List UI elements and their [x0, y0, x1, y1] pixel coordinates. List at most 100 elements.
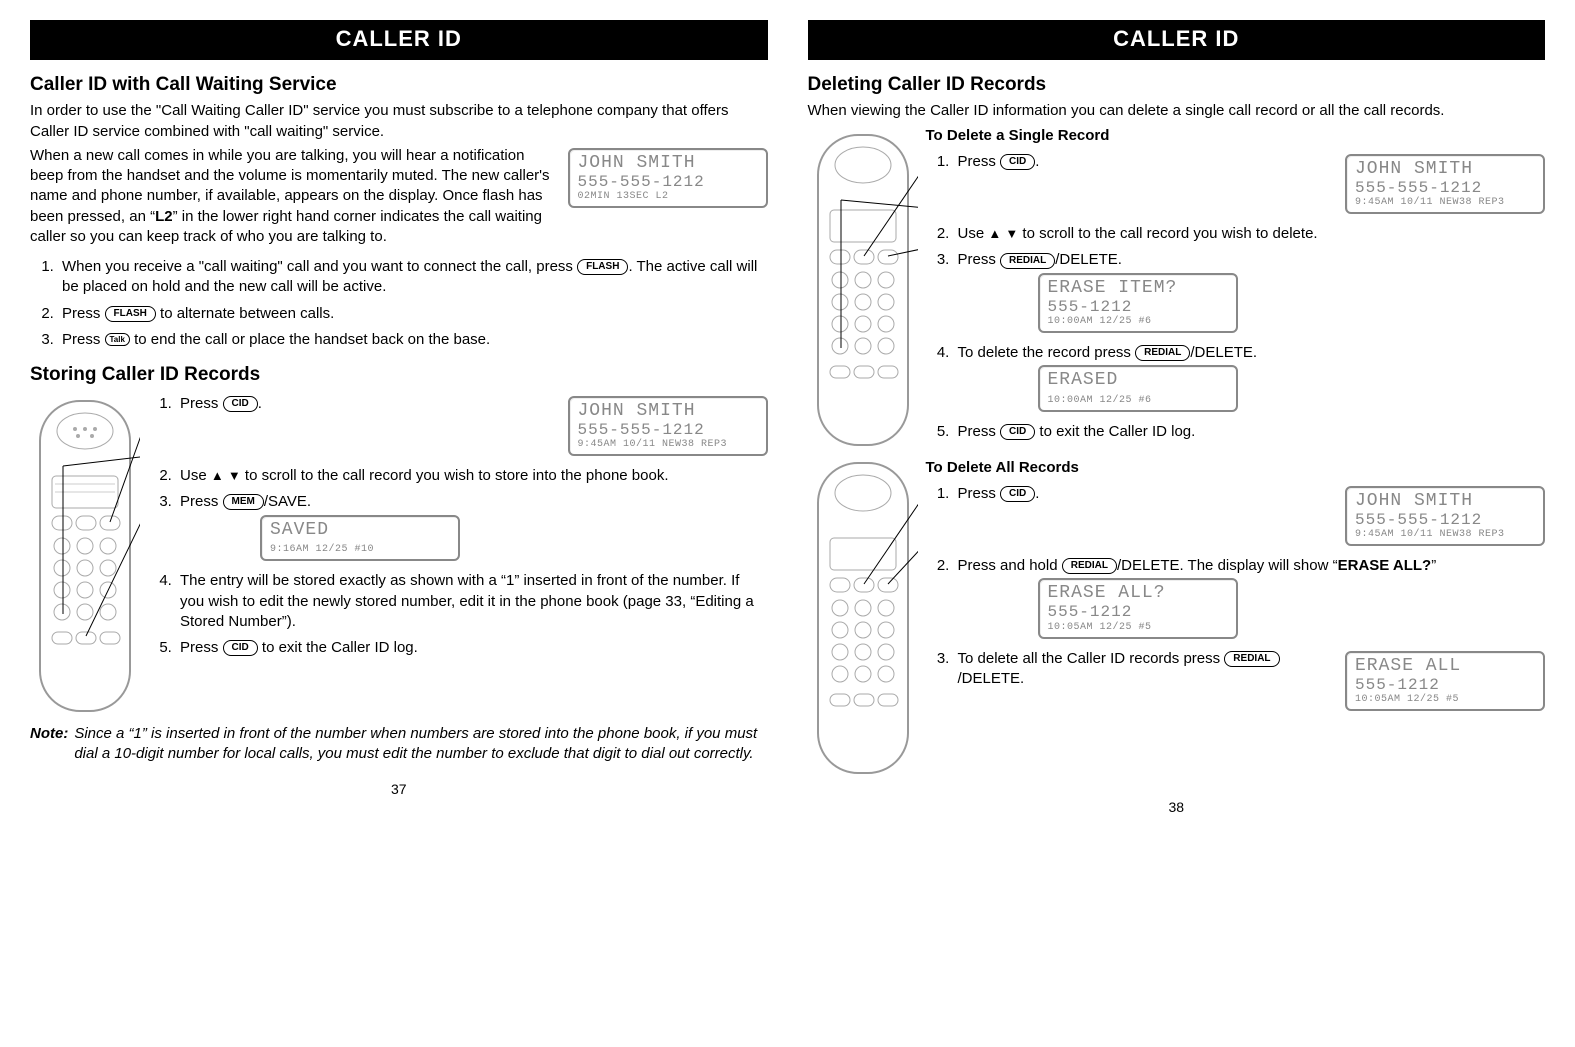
- text-seg: /DELETE.: [1055, 251, 1122, 268]
- text-seg: Press: [180, 395, 223, 412]
- text-seg: Press: [958, 153, 1001, 170]
- down-arrow-icon: ▼: [228, 468, 241, 483]
- lcd-line1: ERASE ITEM?: [1048, 279, 1228, 299]
- lcd-line3: 10:00AM 12/25 #6: [1048, 395, 1228, 406]
- text-seg: When you receive a "call waiting" call a…: [62, 258, 577, 275]
- text-seg: .: [258, 395, 262, 412]
- text-seg: to exit the Caller ID log.: [1035, 423, 1195, 440]
- lcd-line3: 9:45AM 10/11 NEW38 REP3: [1355, 197, 1535, 208]
- lcd-line3: 9:45AM 10/11 NEW38 REP3: [1355, 529, 1535, 540]
- phone-svg: [30, 396, 140, 716]
- lcd-erased: ERASED 10:00AM 12/25 #6: [1038, 365, 1238, 412]
- cid-key: CID: [1000, 154, 1035, 170]
- text-seg: Press: [180, 493, 223, 510]
- lcd-line2: 555-555-1212: [1355, 512, 1535, 530]
- text-seg: Press: [958, 251, 1001, 268]
- page-number: 38: [808, 798, 1546, 817]
- note-label: Note:: [30, 724, 68, 765]
- heading-call-waiting: Caller ID with Call Waiting Service: [30, 72, 768, 98]
- page-number: 37: [30, 780, 768, 799]
- page-38: CALLER ID Deleting Caller ID Records Whe…: [808, 20, 1546, 816]
- subhead-single: To Delete a Single Record: [926, 126, 1546, 146]
- lcd-line1: ERASE ALL: [1355, 657, 1535, 677]
- cid-key: CID: [1000, 486, 1035, 502]
- lcd-erase-item: ERASE ITEM? 555-1212 10:00AM 12/25 #6: [1038, 273, 1238, 333]
- flash-key: FLASH: [105, 306, 156, 322]
- text-seg: To delete all the Caller ID records pres…: [958, 650, 1225, 667]
- redial-key: REDIAL: [1000, 253, 1055, 269]
- page-37: CALLER ID Caller ID with Call Waiting Se…: [30, 20, 768, 816]
- down-arrow-icon: ▼: [1005, 226, 1018, 241]
- lcd-line1: JOHN SMITH: [1355, 160, 1535, 180]
- all-step-2: Press and hold REDIAL/DELETE. The displa…: [954, 556, 1546, 643]
- talk-key: Talk: [105, 333, 130, 346]
- lcd-line2: 555-555-1212: [1355, 180, 1535, 198]
- lcd-line3: 9:45AM 10/11 NEW38 REP3: [578, 439, 758, 450]
- para-intro: In order to use the "Call Waiting Caller…: [30, 101, 768, 142]
- up-arrow-icon: ▲: [211, 468, 224, 483]
- text-seg: to scroll to the call record you wish to…: [241, 467, 669, 484]
- lcd-all-1: JOHN SMITH 555-555-1212 9:45AM 10/11 NEW…: [1345, 486, 1545, 546]
- delete-all-block: To Delete All Records Press CID. JOHN SM…: [926, 458, 1546, 716]
- store-step-5: Press CID to exit the Caller ID log.: [176, 638, 768, 658]
- lcd-store-1: JOHN SMITH 555-555-1212 9:45AM 10/11 NEW…: [568, 396, 768, 456]
- single-step-5: Press CID to exit the Caller ID log.: [954, 422, 1546, 442]
- lcd-erase-all-q: ERASE ALL? 555-1212 10:05AM 12/25 #5: [1038, 578, 1238, 638]
- store-step-3: Press MEM/SAVE. SAVED 9:16AM 12/25 #10: [176, 492, 768, 565]
- text-seg: ”: [1431, 557, 1436, 574]
- note-text: Since a “1” is inserted in front of the …: [74, 724, 767, 765]
- cid-key: CID: [223, 640, 258, 656]
- text-seg: /DELETE. The display will show “: [1117, 557, 1338, 574]
- text-seg: Use: [180, 467, 211, 484]
- lcd-line2: 555-1212: [1355, 677, 1535, 695]
- steps-call-waiting: When you receive a "call waiting" call a…: [30, 257, 768, 350]
- lcd-line1: ERASE ALL?: [1048, 584, 1228, 604]
- step-1: When you receive a "call waiting" call a…: [58, 257, 768, 298]
- lcd-saved: SAVED 9:16AM 12/25 #10: [260, 515, 460, 562]
- redial-key: REDIAL: [1135, 345, 1190, 361]
- note-block: Note: Since a “1” is inserted in front o…: [30, 724, 768, 765]
- lcd-line2: 555-1212: [1048, 299, 1228, 317]
- all-step-3: To delete all the Caller ID records pres…: [954, 649, 1546, 715]
- phone-svg: [808, 458, 918, 778]
- storing-steps: Press CID. JOHN SMITH 555-555-1212 9:45A…: [148, 394, 768, 659]
- header-caller-id: CALLER ID: [30, 20, 768, 60]
- lcd-single-1: JOHN SMITH 555-555-1212 9:45AM 10/11 NEW…: [1345, 154, 1545, 214]
- header-caller-id: CALLER ID: [808, 20, 1546, 60]
- text-seg: /DELETE.: [958, 670, 1025, 687]
- step-2: Press FLASH to alternate between calls.: [58, 304, 768, 324]
- store-step-2: Use ▲ ▼ to scroll to the call record you…: [176, 466, 768, 486]
- text-seg: Press and hold: [958, 557, 1062, 574]
- store-step-4: The entry will be stored exactly as show…: [176, 571, 768, 632]
- text-seg: .: [1035, 153, 1039, 170]
- lcd-line2: 555-555-1212: [578, 174, 758, 192]
- lcd-l2-indicator: JOHN SMITH 555-555-1212 02MIN 13SEC L2: [568, 148, 768, 208]
- text-seg: to scroll to the call record you wish to…: [1018, 225, 1317, 242]
- text-seg: to exit the Caller ID log.: [258, 639, 418, 656]
- lcd-line3: 10:05AM 12/25 #5: [1048, 622, 1228, 633]
- subhead-all: To Delete All Records: [926, 458, 1546, 478]
- text-seg: Press: [958, 485, 1001, 502]
- text-seg: Press: [62, 331, 105, 348]
- lcd-erase-all: ERASE ALL 555-1212 10:05AM 12/25 #5: [1345, 651, 1545, 711]
- text-seg: Press: [180, 639, 223, 656]
- heading-storing: Storing Caller ID Records: [30, 362, 768, 388]
- lcd-line1: ERASED: [1048, 371, 1228, 391]
- lcd-line1: JOHN SMITH: [1355, 492, 1535, 512]
- text-seg: Press: [958, 423, 1001, 440]
- up-arrow-icon: ▲: [988, 226, 1001, 241]
- lcd-line1: JOHN SMITH: [578, 402, 758, 422]
- lcd-line3: 02MIN 13SEC L2: [578, 191, 758, 202]
- step-3: Press Talk to end the call or place the …: [58, 330, 768, 350]
- single-step-1: Press CID. JOHN SMITH 555-555-1212 9:45A…: [954, 152, 1546, 218]
- redial-key: REDIAL: [1062, 558, 1117, 574]
- heading-deleting: Deleting Caller ID Records: [808, 72, 1546, 98]
- redial-key: REDIAL: [1224, 651, 1279, 667]
- text-seg: Use: [958, 225, 989, 242]
- text-seg: To delete the record press: [958, 344, 1136, 361]
- lcd-line3: 10:05AM 12/25 #5: [1355, 694, 1535, 705]
- pages-container: CALLER ID Caller ID with Call Waiting Se…: [30, 20, 1545, 816]
- text-seg: to end the call or place the handset bac…: [130, 331, 490, 348]
- flash-key: FLASH: [577, 259, 628, 275]
- lcd-line1: SAVED: [270, 521, 450, 541]
